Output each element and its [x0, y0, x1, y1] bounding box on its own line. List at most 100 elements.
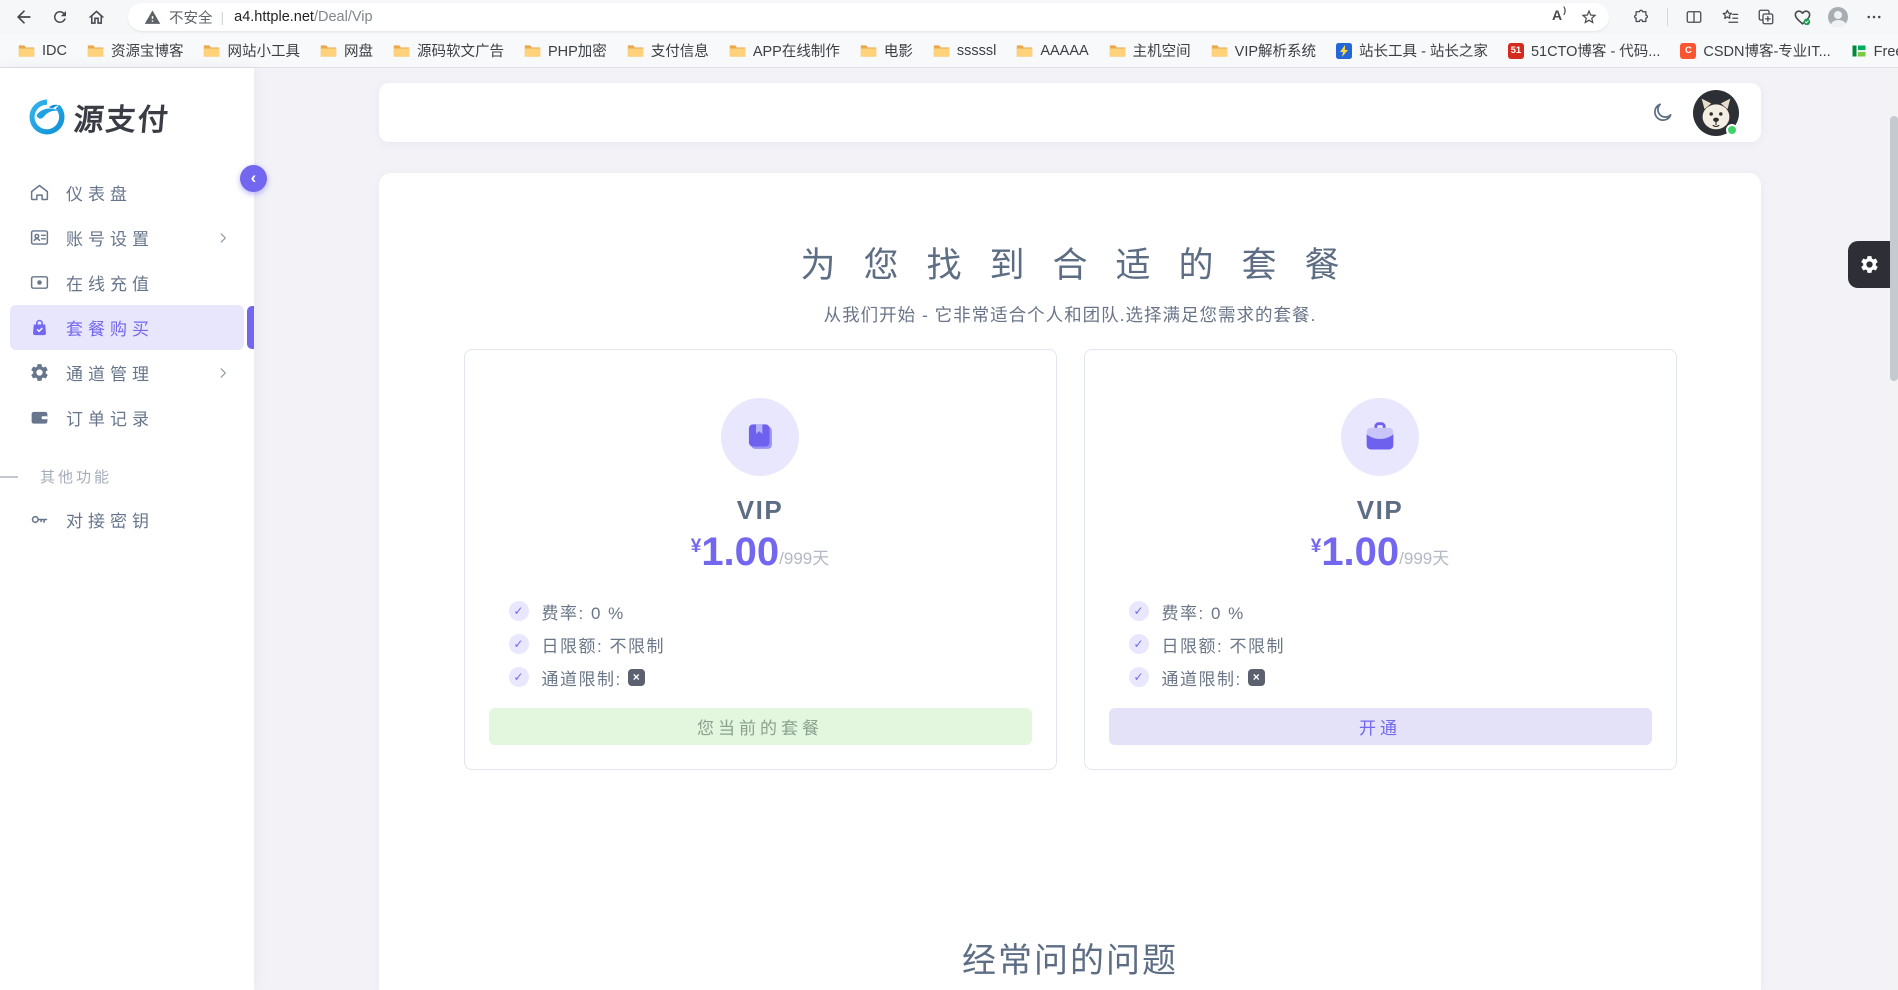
- zzt-favicon: [1336, 43, 1352, 59]
- bookmark-item[interactable]: sssssl: [933, 43, 996, 59]
- bookmark-item[interactable]: APP在线制作: [729, 40, 840, 61]
- theme-settings-button[interactable]: [1848, 241, 1890, 288]
- toolbar-divider: [1667, 8, 1668, 26]
- feature-row: ✓ 费率: 0 %: [1129, 599, 1676, 623]
- check-icon: ✓: [509, 634, 529, 654]
- extensions-icon[interactable]: [1631, 7, 1651, 27]
- bookmark-item[interactable]: 网站小工具: [203, 40, 300, 61]
- folder-icon: [1016, 44, 1033, 58]
- sidebar-collapse-button[interactable]: ‹: [240, 165, 267, 192]
- folder-icon: [1109, 44, 1126, 58]
- bookmark-item[interactable]: AAAAA: [1016, 43, 1088, 59]
- bookmark-label: 网站小工具: [227, 40, 300, 61]
- sidebar-item-dashboard[interactable]: 仪表盘: [10, 170, 244, 215]
- check-icon: ✓: [509, 601, 529, 621]
- scrollbar-thumb[interactable]: [1890, 116, 1898, 381]
- bookmark-label: sssssl: [957, 43, 996, 59]
- section-dash: [0, 476, 18, 478]
- browser-profile-avatar[interactable]: [1828, 7, 1848, 27]
- split-screen-icon[interactable]: [1684, 7, 1704, 27]
- feature-row: ✓ 日限额: 不限制: [1129, 632, 1676, 656]
- bookmark-label: FreeBuf网络安全行...: [1874, 40, 1898, 61]
- currency-symbol: ¥: [691, 536, 702, 558]
- faq-title: 经常问的问题: [379, 933, 1761, 982]
- browser-essentials-icon[interactable]: [1792, 7, 1812, 27]
- bookmark-item[interactable]: 主机空间: [1109, 40, 1191, 61]
- refresh-icon[interactable]: [50, 7, 70, 27]
- feature-text: 日限额: 不限制: [542, 632, 665, 657]
- feature-row: ✓ 通道限制: ×: [509, 665, 1056, 689]
- favorite-star-icon[interactable]: [1579, 7, 1599, 27]
- bookmark-item[interactable]: 51 51CTO博客 - 代码...: [1508, 40, 1660, 61]
- csdn-favicon: C: [1680, 43, 1696, 59]
- bookmark-item[interactable]: FreeBuf网络安全行...: [1851, 40, 1898, 61]
- gear-icon: [1859, 254, 1880, 275]
- feature-list: ✓ 费率: 0 % ✓ 日限额: 不限制 ✓ 通道限制: ×: [1085, 599, 1676, 689]
- app-viewport: 源支付 仪表盘 账号设置 在线充值 套餐购买 通道管理: [0, 68, 1898, 990]
- sidebar-item-label: 在线充值: [66, 270, 230, 295]
- sidebar-item-package-purchase[interactable]: 套餐购买: [10, 305, 244, 350]
- bookmarks-bar: IDC 资源宝博客 网站小工具 网盘 源码软文广告 PHP加密 支付信息 APP…: [0, 34, 1898, 68]
- sidebar-item-label: 对接密钥: [66, 507, 230, 532]
- bookmark-label: 支付信息: [651, 40, 709, 61]
- user-avatar[interactable]: [1693, 90, 1739, 136]
- bookmark-item[interactable]: IDC: [18, 43, 67, 59]
- bookmark-label: AAAAA: [1040, 43, 1088, 59]
- dark-mode-toggle[interactable]: [1649, 100, 1675, 126]
- briefcase-icon: [1360, 417, 1400, 457]
- sidebar-item-recharge[interactable]: 在线充值: [10, 260, 244, 305]
- feature-text: 日限额: 不限制: [1162, 632, 1285, 657]
- new-tab-group-icon[interactable]: [1756, 7, 1776, 27]
- logo-icon: [26, 96, 68, 138]
- sidebar-item-label: 账号设置: [66, 225, 216, 250]
- page-scrollbar[interactable]: [1890, 68, 1898, 990]
- bookmark-item[interactable]: 电影: [860, 40, 913, 61]
- current-plan-button[interactable]: 您当前的套餐: [489, 708, 1032, 745]
- url-host: a4.httple.net: [234, 9, 314, 25]
- bookmark-item[interactable]: 支付信息: [627, 40, 709, 61]
- home-icon[interactable]: [86, 7, 106, 27]
- address-bar[interactable]: 不安全 | a4.httple.net /Deal/Vip A): [128, 3, 1609, 31]
- logo[interactable]: 源支付: [0, 94, 254, 140]
- dashboard-icon: [28, 182, 50, 204]
- bookmark-item[interactable]: C CSDN博客-专业IT...: [1680, 40, 1830, 61]
- bookmark-item[interactable]: 网盘: [320, 40, 373, 61]
- key-icon: [28, 509, 50, 531]
- bookmark-item[interactable]: 站长工具 - 站长之家: [1336, 40, 1488, 61]
- sidebar-item-api-keys[interactable]: 对接密钥: [10, 497, 244, 542]
- orders-wallet-icon: [28, 407, 50, 429]
- folder-icon: [524, 44, 541, 58]
- bookmark-item[interactable]: VIP解析系统: [1211, 40, 1316, 61]
- check-icon: ✓: [1129, 667, 1149, 687]
- sidebar-item-channel-management[interactable]: 通道管理: [10, 350, 244, 395]
- bookmark-item[interactable]: 源码软文广告: [393, 40, 504, 61]
- read-aloud-icon[interactable]: A): [1549, 7, 1569, 27]
- more-options-icon[interactable]: [1864, 7, 1884, 27]
- sidebar-item-account-settings[interactable]: 账号设置: [10, 215, 244, 260]
- folder-icon: [203, 44, 220, 58]
- currency-symbol: ¥: [1311, 536, 1322, 558]
- bookmark-label: 源码软文广告: [417, 40, 504, 61]
- channel-gear-icon: [28, 362, 50, 384]
- check-icon: ✓: [1129, 601, 1149, 621]
- address-divider: |: [221, 9, 225, 25]
- bookmark-item[interactable]: 资源宝博客: [87, 40, 184, 61]
- back-icon[interactable]: [14, 7, 34, 27]
- 51cto-favicon: 51: [1508, 43, 1524, 59]
- bookmark-label: CSDN博客-专业IT...: [1703, 40, 1830, 61]
- bookmark-label: 51CTO博客 - 代码...: [1531, 40, 1660, 61]
- sidebar-nav: 仪表盘 账号设置 在线充值 套餐购买 通道管理 订单记: [0, 170, 254, 542]
- favorites-hub-icon[interactable]: [1720, 7, 1740, 27]
- price-period: /999天: [779, 544, 829, 569]
- plan-card-activate: VIP ¥ 1.00 /999天 ✓ 费率: 0 % ✓ 日限额: 不限制: [1084, 349, 1677, 770]
- top-header-bar: [379, 83, 1761, 142]
- activate-plan-button[interactable]: 开通: [1109, 708, 1652, 745]
- bookmark-item[interactable]: PHP加密: [524, 40, 607, 61]
- folder-icon: [860, 44, 877, 58]
- not-secure-warning-icon: [142, 7, 162, 27]
- feature-row: ✓ 费率: 0 %: [509, 599, 1056, 623]
- sidebar-item-order-records[interactable]: 订单记录: [10, 395, 244, 440]
- plan-name: VIP: [1357, 495, 1403, 526]
- folder-icon: [933, 44, 950, 58]
- plan-list: VIP ¥ 1.00 /999天 ✓ 费率: 0 % ✓ 日限额: 不限制: [379, 349, 1761, 770]
